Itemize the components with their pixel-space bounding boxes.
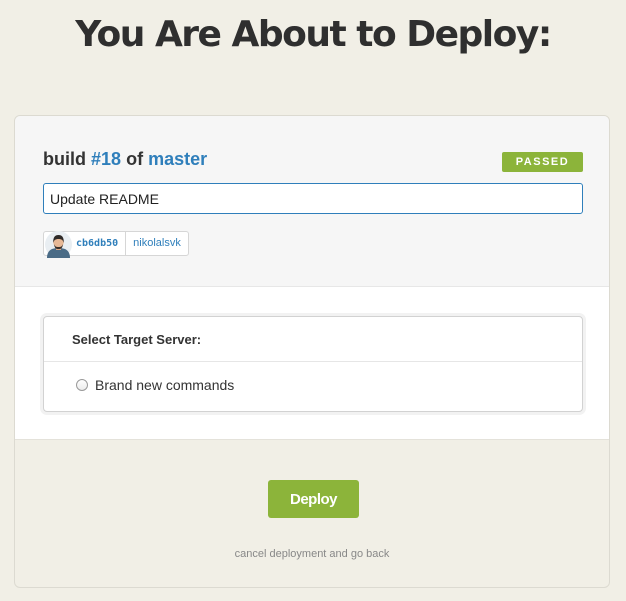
build-summary: build #18 of master PASSED cb6db50 nikol…	[15, 116, 609, 287]
commit-sha-link[interactable]: cb6db50	[72, 232, 127, 255]
server-select-divider	[44, 361, 582, 362]
deploy-message-input[interactable]	[43, 183, 583, 214]
server-option[interactable]: Brand new commands	[76, 377, 234, 393]
deploy-card: build #18 of master PASSED cb6db50 nikol…	[14, 115, 610, 588]
server-option-label: Brand new commands	[95, 377, 235, 393]
build-joiner: of	[126, 149, 144, 169]
build-title: build #18 of master	[43, 149, 207, 170]
commit-author-link[interactable]: nikolalsvk	[126, 232, 188, 255]
page-title: You Are About to Deploy:	[75, 14, 552, 55]
branch-link[interactable]: master	[148, 149, 207, 169]
deploy-button[interactable]: Deploy	[268, 480, 359, 518]
user-avatar-icon	[45, 231, 72, 258]
build-prefix: build	[43, 149, 86, 169]
build-number-link[interactable]: #18	[91, 149, 121, 169]
server-select-box: Select Target Server: Brand new commands	[43, 316, 583, 412]
server-selection-section: Select Target Server: Brand new commands	[15, 287, 609, 440]
status-badge: PASSED	[502, 152, 583, 172]
commit-chip[interactable]: cb6db50 nikolalsvk	[43, 231, 189, 258]
cancel-deployment-link[interactable]: cancel deployment and go back	[15, 548, 609, 560]
radio-unchecked-icon[interactable]	[76, 379, 88, 391]
server-select-heading: Select Target Server:	[72, 332, 202, 347]
